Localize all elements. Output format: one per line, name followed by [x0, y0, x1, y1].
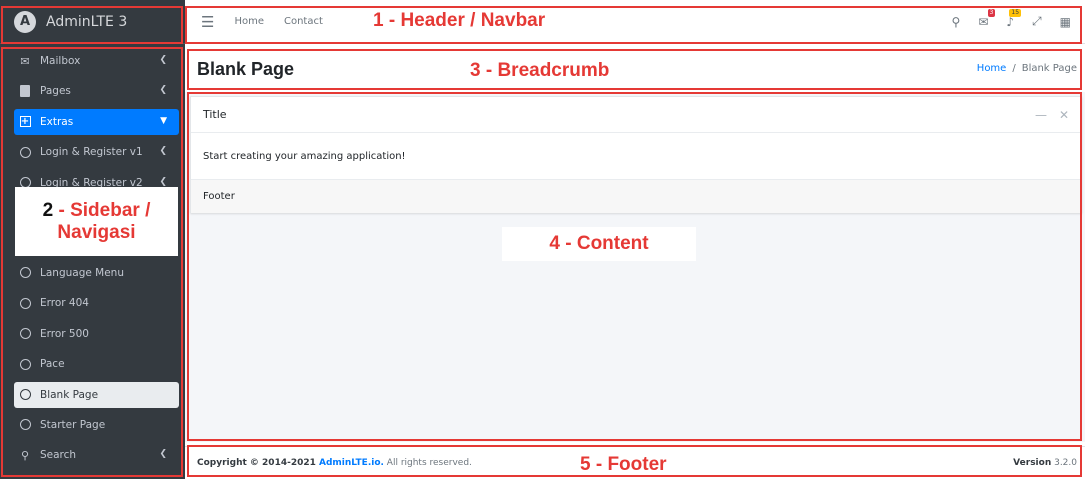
admin-layout: A AdminLTE 3 ✉ Mailbox ❮ Pages ❮ + Extra…: [0, 0, 1085, 479]
nav-link-contact[interactable]: Contact: [284, 16, 323, 27]
sidebar-item-label: Error 500: [40, 327, 89, 340]
content-header: Blank Page 3 - Breadcrumb Home / Blank Pag…: [185, 48, 1085, 90]
close-icon[interactable]: ✕: [1059, 108, 1069, 122]
breadcrumb-annotation: 3 - Breadcrumb: [470, 60, 610, 81]
main-footer: Copyright © 2014-2021 AdminLTE.io. All r…: [185, 446, 1085, 479]
card-footer: Footer: [191, 179, 1081, 213]
card-header: Title — ✕: [191, 97, 1081, 133]
envelope-icon: ✉: [20, 54, 30, 68]
bell-icon[interactable]: ♪ 15: [1006, 8, 1022, 29]
sidebar-item-login-register-v1[interactable]: Login & Register v1 ❮: [14, 139, 179, 165]
chevron-left-icon: ❮: [159, 176, 167, 187]
sidebar-item-pace[interactable]: Pace: [14, 351, 179, 377]
messages-badge: 3: [987, 8, 996, 17]
sidebar-item-label: Pages: [40, 85, 71, 98]
sidebar-item-language-menu[interactable]: Language Menu: [14, 260, 179, 286]
pages-icon: [18, 84, 32, 98]
copyright-prefix: Copyright © 2014-2021: [197, 458, 320, 468]
circle-icon: [18, 145, 32, 159]
card-title: Title: [203, 108, 227, 121]
adminlte-link[interactable]: AdminLTE.io.: [319, 458, 384, 468]
sidebar-item-label: Extras: [40, 115, 74, 128]
chevron-left-icon: ❮: [159, 55, 167, 65]
sidebar-item-blank-page[interactable]: Blank Page: [14, 381, 179, 408]
footer-annotation: 5 - Footer: [580, 454, 667, 475]
notifications-badge: 15: [1009, 8, 1022, 17]
content-annotation: 4 - Content: [549, 233, 649, 254]
annotation-text: Navigasi: [57, 221, 136, 243]
card-tools: — ✕: [1035, 108, 1069, 122]
content-annotation-box: 4 - Content: [502, 227, 696, 261]
sidebar-nav: ✉ Mailbox ❮ Pages ❮ + Extras ▼ Login & R…: [14, 48, 179, 473]
brand-logo: A: [14, 10, 36, 33]
sidebar-item-label: Language Menu: [40, 266, 124, 279]
hamburger-menu-icon[interactable]: ☰: [201, 13, 214, 31]
sidebar-item-label: Mailbox: [40, 55, 81, 67]
nav-link-home[interactable]: Home: [234, 16, 264, 27]
sidebar-item-error-404[interactable]: Error 404: [14, 290, 179, 316]
sidebar-item-pages[interactable]: Pages ❮: [14, 78, 179, 104]
brand-name: AdminLTE 3: [46, 13, 128, 30]
sidebar-item-label: Login & Register v1: [40, 146, 143, 159]
navbar-right-icons: ⚲ ✉ 3 ♪ 15 ⤢ ▦: [952, 8, 1071, 29]
copyright: Copyright © 2014-2021 AdminLTE.io. All r…: [197, 458, 472, 468]
circle-icon: [18, 296, 32, 310]
breadcrumb-home-link[interactable]: Home: [977, 63, 1007, 74]
breadcrumb-separator: /: [1012, 63, 1016, 74]
sidebar: A AdminLTE 3 ✉ Mailbox ❮ Pages ❮ + Extra…: [0, 0, 185, 479]
sidebar-item-starter-page[interactable]: Starter Page: [14, 412, 179, 438]
sidebar-item-label: Blank Page: [40, 388, 99, 401]
annotation-text: - Sidebar /: [53, 199, 151, 221]
search-icon[interactable]: ⚲: [952, 15, 961, 29]
search-icon: ⚲: [20, 448, 30, 462]
version: Version 3.2.0: [1013, 458, 1077, 468]
fullscreen-icon[interactable]: ⤢: [1032, 14, 1042, 29]
sidebar-item-label: Search: [40, 449, 77, 462]
messages-icon[interactable]: ✉ 3: [978, 8, 996, 29]
chevron-left-icon: ❮: [159, 146, 167, 157]
sidebar-item-extras[interactable]: + Extras ▼: [14, 108, 179, 135]
circle-icon: [18, 357, 32, 371]
header-annotation: 1 - Header / Navbar: [373, 10, 546, 31]
plus-square-icon: +: [19, 115, 31, 128]
grid-icon[interactable]: ▦: [1060, 15, 1071, 29]
page-title: Blank Page: [197, 58, 295, 79]
brand-link[interactable]: A AdminLTE 3: [0, 0, 185, 44]
navbar: ☰ Home Contact 1 - Header / Navbar ⚲ ✉ 3 …: [185, 0, 1085, 44]
chevron-left-icon: ❮: [159, 85, 167, 96]
circle-icon: [18, 388, 32, 402]
sidebar-item-label: Starter Page: [40, 418, 106, 431]
version-value: 3.2.0: [1051, 458, 1077, 468]
chevron-down-icon: ▼: [160, 115, 167, 126]
circle-icon: [18, 266, 32, 280]
annotation-number: 2: [42, 199, 54, 221]
sidebar-item-error-500[interactable]: Error 500: [14, 321, 179, 347]
card-body: Start creating your amazing application!: [203, 150, 406, 162]
sidebar-item-search[interactable]: ⚲ Search ❮: [14, 442, 179, 468]
copyright-suffix: All rights reserved.: [383, 458, 472, 468]
version-label: Version: [1013, 458, 1052, 468]
breadcrumb-current: Blank Page: [1021, 63, 1077, 74]
sidebar-item-label: Pace: [40, 358, 65, 371]
breadcrumb: Home / Blank Page: [977, 63, 1077, 74]
circle-icon: [18, 418, 32, 432]
collapse-icon[interactable]: —: [1035, 108, 1047, 122]
card: Title — ✕ Start creating your amazing ap…: [190, 96, 1082, 213]
sidebar-item-mailbox[interactable]: ✉ Mailbox ❮: [14, 48, 179, 74]
chevron-left-icon: ❮: [159, 449, 167, 460]
sidebar-item-label: Error 404: [40, 297, 89, 310]
circle-icon: [18, 327, 32, 341]
sidebar-annotation: 2 - Sidebar / Navigasi: [15, 187, 178, 256]
